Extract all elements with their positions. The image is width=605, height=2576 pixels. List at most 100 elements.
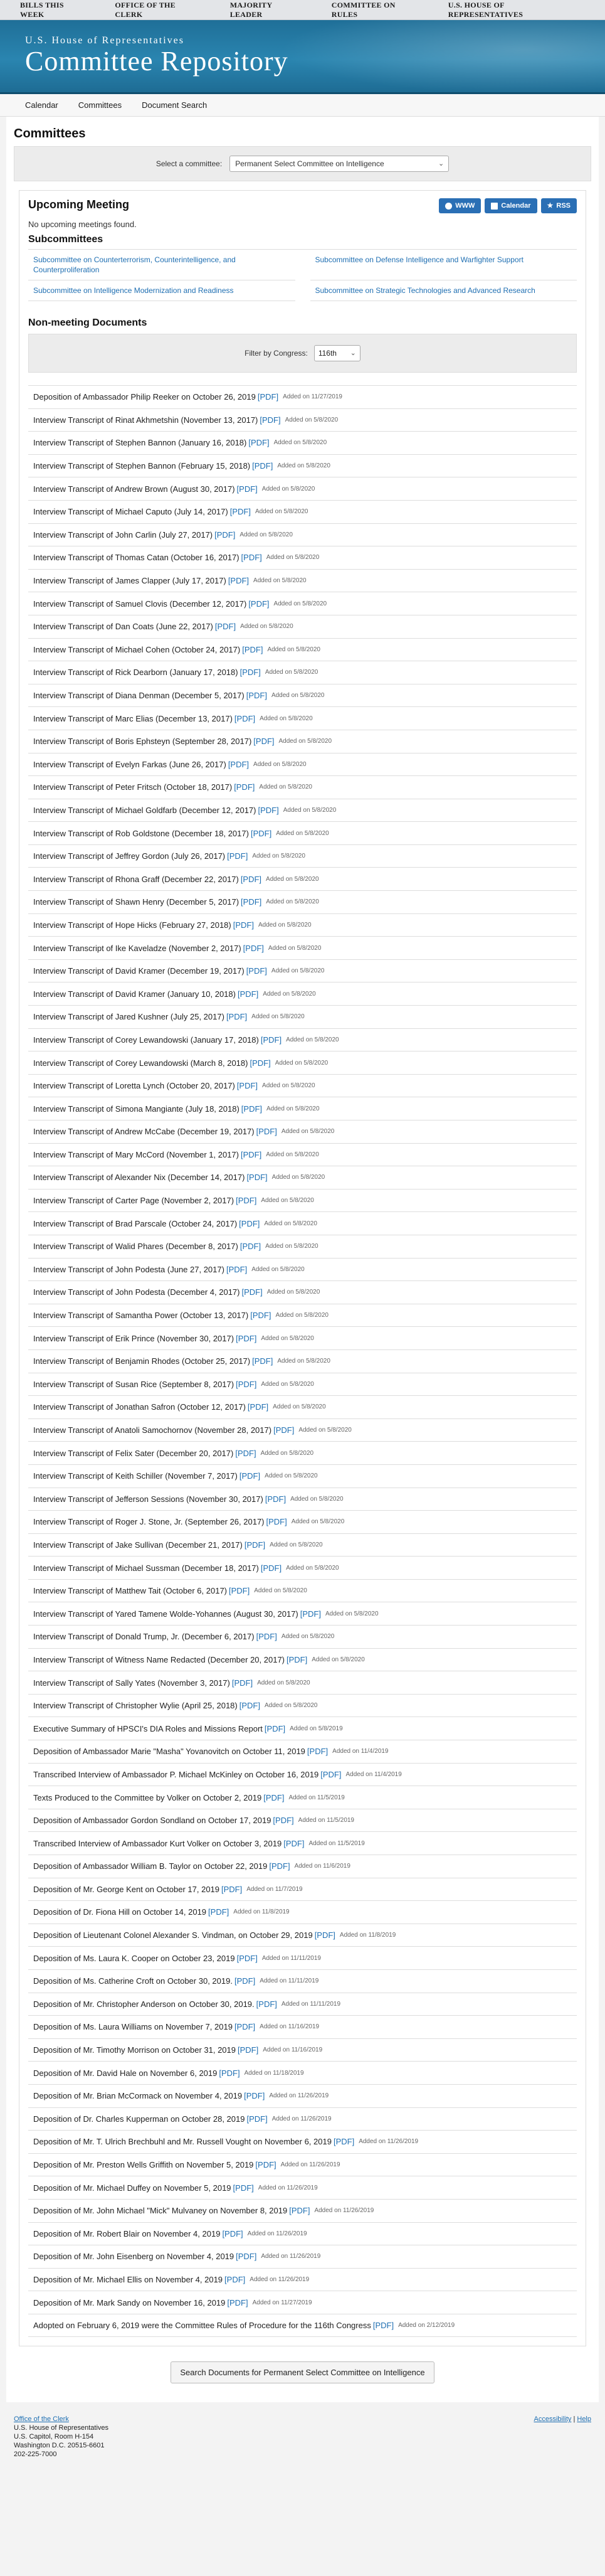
pdf-link[interactable]: [PDF] bbox=[289, 2206, 310, 2215]
top-nav-link[interactable]: MAJORITY LEADER bbox=[230, 1, 305, 19]
pdf-link[interactable]: [PDF] bbox=[230, 507, 251, 516]
top-nav-link[interactable]: COMMITTEE ON RULES bbox=[332, 1, 422, 19]
pdf-link[interactable]: [PDF] bbox=[373, 2321, 394, 2330]
committee-select[interactable]: Permanent Select Committee on Intelligen… bbox=[229, 156, 450, 172]
pdf-link[interactable]: [PDF] bbox=[233, 2183, 254, 2193]
pdf-link[interactable]: [PDF] bbox=[236, 1196, 256, 1205]
pdf-link[interactable]: [PDF] bbox=[233, 920, 254, 930]
pdf-link[interactable]: [PDF] bbox=[266, 1517, 287, 1526]
pdf-link[interactable]: [PDF] bbox=[256, 1127, 277, 1136]
pdf-link[interactable]: [PDF] bbox=[239, 1701, 260, 1710]
www-button[interactable]: WWW bbox=[439, 198, 481, 213]
pdf-link[interactable]: [PDF] bbox=[252, 1356, 273, 1366]
pdf-link[interactable]: [PDF] bbox=[234, 782, 255, 792]
pdf-link[interactable]: [PDF] bbox=[246, 691, 267, 700]
pdf-link[interactable]: [PDF] bbox=[261, 1035, 281, 1045]
pdf-link[interactable]: [PDF] bbox=[241, 1104, 262, 1114]
subcommittee-link-defense-intelligence[interactable]: Subcommittee on Defense Intelligence and… bbox=[310, 250, 577, 280]
pdf-link[interactable]: [PDF] bbox=[226, 1265, 247, 1274]
pdf-link[interactable]: [PDF] bbox=[241, 875, 261, 884]
pdf-link[interactable]: [PDF] bbox=[239, 1471, 260, 1481]
pdf-link[interactable]: [PDF] bbox=[222, 2229, 243, 2238]
pdf-link[interactable]: [PDF] bbox=[263, 1793, 284, 1802]
pdf-link[interactable]: [PDF] bbox=[236, 2252, 256, 2261]
search-documents-button[interactable]: Search Documents for Permanent Select Co… bbox=[171, 2361, 434, 2384]
pdf-link[interactable]: [PDF] bbox=[239, 1219, 260, 1228]
sub-nav-link[interactable]: Document Search bbox=[142, 100, 207, 110]
pdf-link[interactable]: [PDF] bbox=[219, 2068, 239, 2078]
accessibility-link[interactable]: Accessibility bbox=[534, 2415, 571, 2423]
office-clerk-link[interactable]: Office of the Clerk bbox=[14, 2415, 108, 2424]
calendar-button[interactable]: Calendar bbox=[485, 198, 537, 213]
pdf-link[interactable]: [PDF] bbox=[237, 1954, 258, 1963]
pdf-link[interactable]: [PDF] bbox=[235, 1449, 256, 1458]
pdf-link[interactable]: [PDF] bbox=[269, 1861, 290, 1871]
subcommittee-link-counterterrorism[interactable]: Subcommittee on Counterterrorism, Counte… bbox=[28, 250, 295, 280]
pdf-link[interactable]: [PDF] bbox=[241, 553, 262, 562]
pdf-link[interactable]: [PDF] bbox=[246, 1173, 267, 1182]
pdf-link[interactable]: [PDF] bbox=[255, 2160, 276, 2169]
pdf-link[interactable]: [PDF] bbox=[214, 530, 235, 540]
pdf-link[interactable]: [PDF] bbox=[240, 668, 261, 677]
pdf-link[interactable]: [PDF] bbox=[248, 1402, 268, 1412]
pdf-link[interactable]: [PDF] bbox=[234, 1976, 255, 1986]
site-title[interactable]: Committee Repository bbox=[25, 45, 288, 77]
congress-filter-select[interactable]: 116th ⌄ bbox=[313, 345, 360, 361]
pdf-link[interactable]: [PDF] bbox=[234, 714, 255, 723]
pdf-link[interactable]: [PDF] bbox=[224, 2275, 245, 2284]
pdf-link[interactable]: [PDF] bbox=[307, 1747, 328, 1756]
pdf-link[interactable]: [PDF] bbox=[226, 1012, 247, 1021]
pdf-link[interactable]: [PDF] bbox=[245, 1540, 265, 1550]
top-nav-link[interactable]: BILLS THIS WEEK bbox=[20, 1, 88, 19]
pdf-link[interactable]: [PDF] bbox=[240, 1242, 261, 1251]
subcommittee-link-strategic-technologies[interactable]: Subcommittee on Strategic Technologies a… bbox=[310, 280, 577, 301]
pdf-link[interactable]: [PDF] bbox=[287, 1655, 307, 1664]
pdf-link[interactable]: [PDF] bbox=[248, 438, 269, 447]
pdf-link[interactable]: [PDF] bbox=[258, 392, 278, 402]
pdf-link[interactable]: [PDF] bbox=[227, 851, 248, 861]
pdf-link[interactable]: [PDF] bbox=[300, 1609, 321, 1619]
rss-button[interactable]: ★ RSS bbox=[540, 198, 577, 213]
pdf-link[interactable]: [PDF] bbox=[248, 599, 269, 609]
pdf-link[interactable]: [PDF] bbox=[261, 1563, 281, 1573]
pdf-link[interactable]: [PDF] bbox=[250, 1311, 271, 1320]
pdf-link[interactable]: [PDF] bbox=[237, 1081, 258, 1090]
pdf-link[interactable]: [PDF] bbox=[252, 461, 273, 471]
pdf-link[interactable]: [PDF] bbox=[227, 2298, 248, 2307]
pdf-link[interactable]: [PDF] bbox=[265, 1724, 285, 1733]
pdf-link[interactable]: [PDF] bbox=[236, 1380, 256, 1389]
pdf-link[interactable]: [PDF] bbox=[215, 622, 236, 631]
pdf-link[interactable]: [PDF] bbox=[232, 1678, 253, 1688]
top-nav-link[interactable]: U.S. HOUSE OF REPRESENTATIVES bbox=[448, 1, 579, 19]
subcommittee-link-modernization[interactable]: Subcommittee on Intelligence Modernizati… bbox=[28, 280, 295, 301]
pdf-link[interactable]: [PDF] bbox=[229, 1586, 250, 1595]
pdf-link[interactable]: [PDF] bbox=[265, 1494, 286, 1504]
pdf-link[interactable]: [PDF] bbox=[241, 1150, 261, 1159]
pdf-link[interactable]: [PDF] bbox=[273, 1816, 293, 1825]
pdf-link[interactable]: [PDF] bbox=[320, 1770, 341, 1779]
pdf-link[interactable]: [PDF] bbox=[246, 966, 267, 976]
pdf-link[interactable]: [PDF] bbox=[244, 2091, 265, 2100]
pdf-link[interactable]: [PDF] bbox=[208, 1907, 229, 1917]
help-link[interactable]: Help bbox=[577, 2415, 591, 2423]
pdf-link[interactable]: [PDF] bbox=[253, 737, 274, 746]
pdf-link[interactable]: [PDF] bbox=[238, 2045, 258, 2055]
pdf-link[interactable]: [PDF] bbox=[246, 2114, 267, 2124]
pdf-link[interactable]: [PDF] bbox=[243, 944, 264, 953]
pdf-link[interactable]: [PDF] bbox=[250, 1058, 270, 1068]
pdf-link[interactable]: [PDF] bbox=[258, 806, 279, 815]
pdf-link[interactable]: [PDF] bbox=[315, 1930, 335, 1940]
pdf-link[interactable]: [PDF] bbox=[228, 760, 249, 769]
top-nav-link[interactable]: OFFICE OF THE CLERK bbox=[115, 1, 203, 19]
pdf-link[interactable]: [PDF] bbox=[256, 1632, 277, 1641]
pdf-link[interactable]: [PDF] bbox=[234, 2022, 255, 2031]
sub-nav-link[interactable]: Calendar bbox=[25, 100, 58, 110]
pdf-link[interactable]: [PDF] bbox=[238, 989, 258, 999]
pdf-link[interactable]: [PDF] bbox=[242, 645, 263, 654]
pdf-link[interactable]: [PDF] bbox=[273, 1425, 294, 1435]
pdf-link[interactable]: [PDF] bbox=[260, 415, 280, 425]
pdf-link[interactable]: [PDF] bbox=[283, 1839, 304, 1848]
pdf-link[interactable]: [PDF] bbox=[251, 829, 271, 838]
pdf-link[interactable]: [PDF] bbox=[221, 1885, 242, 1894]
pdf-link[interactable]: [PDF] bbox=[228, 576, 249, 585]
